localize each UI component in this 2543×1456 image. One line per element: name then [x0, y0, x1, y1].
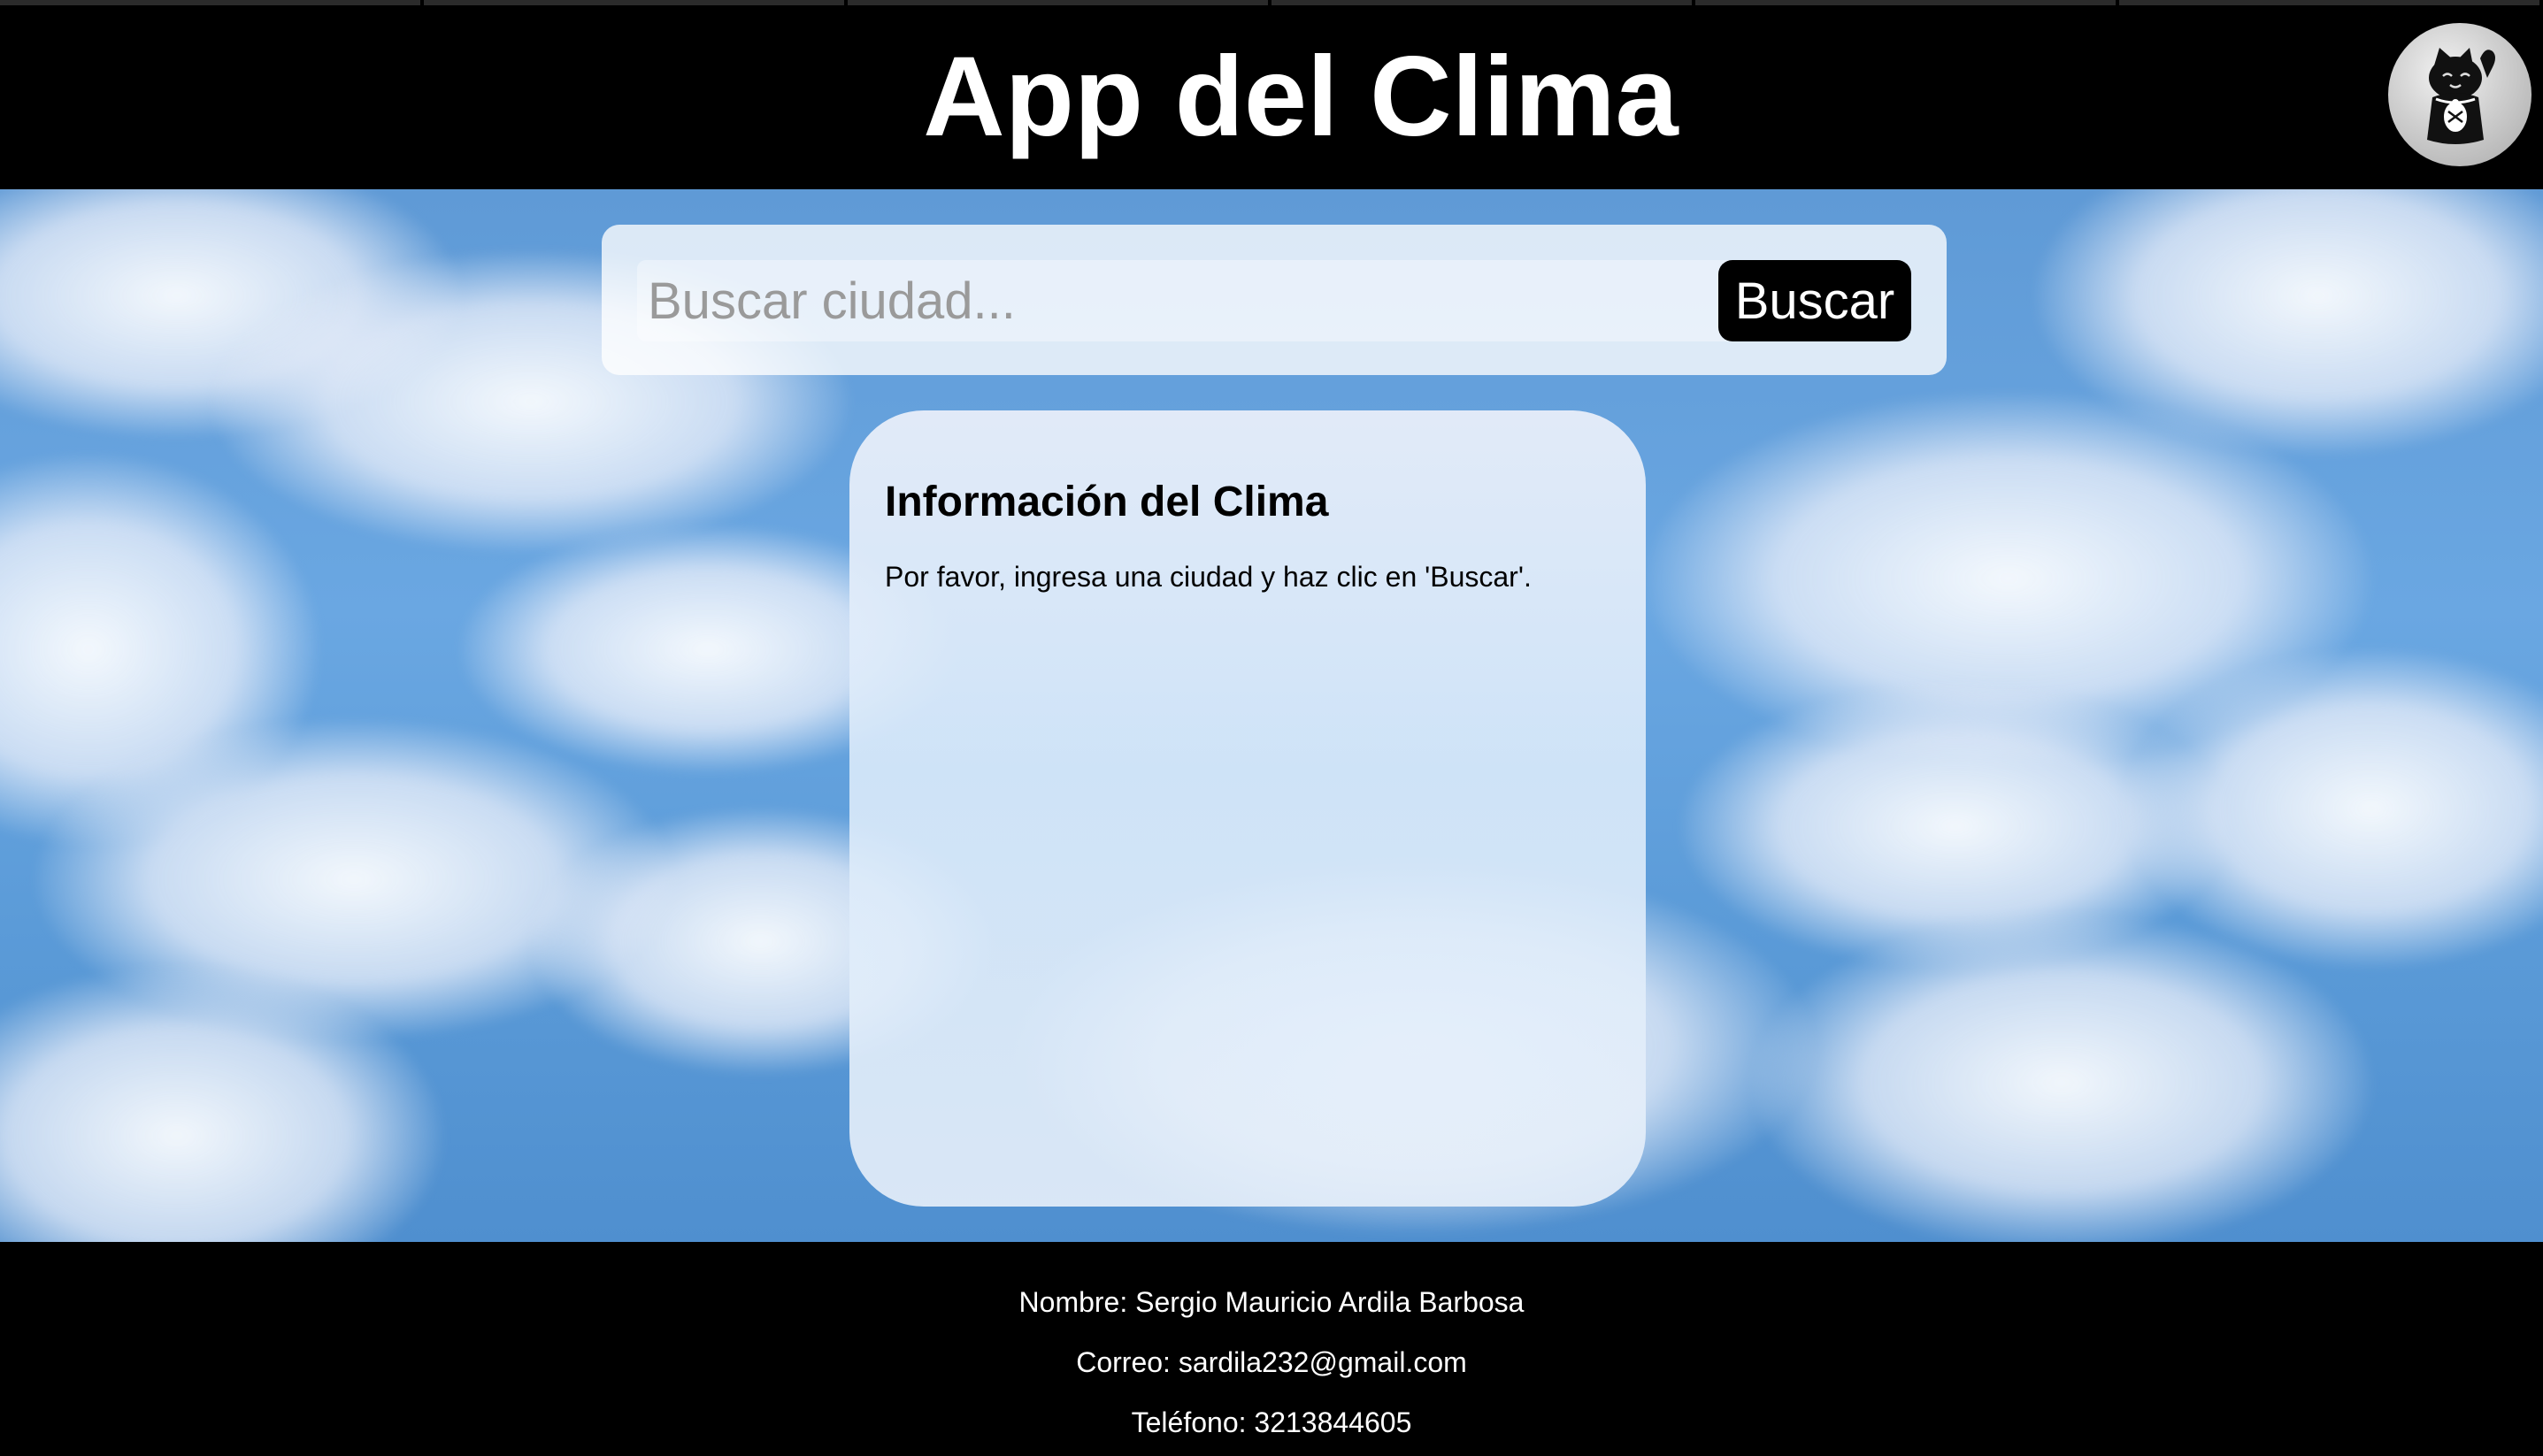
search-input[interactable]: [637, 260, 1752, 341]
tab-strip-segment: [424, 0, 848, 5]
weather-card-message: Por favor, ingresa una ciudad y haz clic…: [885, 561, 1532, 593]
tab-strip-segment: [0, 0, 424, 5]
search-button[interactable]: Buscar: [1718, 260, 1911, 341]
footer-phone: Teléfono: 3213844605: [1131, 1406, 1412, 1438]
avatar[interactable]: [2388, 23, 2531, 166]
tab-strip-segment: [2119, 0, 2543, 5]
weather-card-title: Información del Clima: [885, 479, 1329, 525]
cloud-decoration: [1752, 915, 2371, 1242]
tab-strip-segment: [1272, 0, 1695, 5]
tab-strip-segment: [1695, 0, 2119, 5]
app-header: App del Clima: [0, 0, 2543, 189]
sky-background: Buscar Información del Clima Por favor, …: [0, 189, 2543, 1242]
tab-strip-segment: [848, 0, 1272, 5]
footer-name: Nombre: Sergio Mauricio Ardila Barbosa: [1018, 1286, 1525, 1318]
footer-email: Correo: sardila232@gmail.com: [1076, 1346, 1467, 1378]
browser-tab-strip: [0, 0, 2543, 5]
weather-info-card: Información del Clima Por favor, ingresa…: [849, 410, 1646, 1207]
page-footer: Nombre: Sergio Mauricio Ardila Barbosa C…: [0, 1242, 2543, 1456]
search-panel: Buscar: [602, 225, 1947, 375]
lucky-cat-icon: [2427, 48, 2495, 144]
page-title: App del Clima: [923, 34, 1679, 160]
